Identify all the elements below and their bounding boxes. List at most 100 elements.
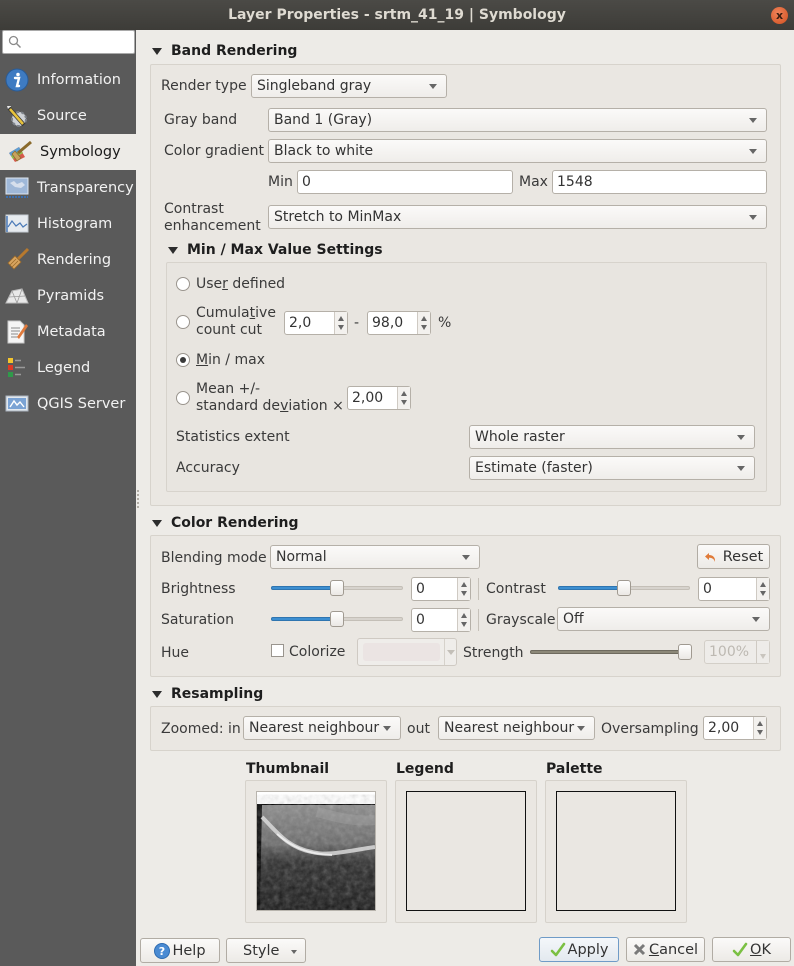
cumulative-high-spinbox[interactable]: 98,0 — [367, 311, 431, 335]
button-mnemonic: C — [648, 941, 660, 958]
contrast-slider[interactable] — [558, 579, 690, 597]
spin-buttons[interactable] — [457, 578, 470, 600]
max-input[interactable]: 1548 — [552, 170, 767, 194]
statistics-extent-select[interactable]: Whole raster — [469, 425, 755, 449]
slider-handle[interactable] — [330, 611, 344, 627]
spin-buttons[interactable] — [457, 609, 470, 631]
window-title: Layer Properties - srtm_41_19 | Symbolog… — [228, 7, 566, 23]
saturation-slider[interactable] — [271, 610, 403, 628]
sidebar-item-metadata[interactable]: Metadata — [0, 314, 136, 350]
render-type-label: Render type — [161, 78, 247, 94]
reset-button[interactable]: Reset — [697, 544, 770, 569]
statistics-extent-label: Statistics extent — [176, 429, 290, 445]
strength-label: Strength — [463, 645, 524, 661]
select-value: Normal — [276, 549, 327, 565]
sidebar-item-pyramids[interactable]: Pyramids — [0, 278, 136, 314]
spin-down-icon — [421, 325, 427, 330]
gray-band-select[interactable]: Band 1 (Gray) — [268, 108, 767, 132]
contrast-enhancement-select[interactable]: Stretch to MinMax — [268, 205, 767, 229]
colorize-checkbox[interactable] — [271, 644, 284, 657]
transparency-icon — [4, 175, 30, 201]
brightness-spinbox[interactable]: 0 — [411, 577, 471, 601]
spin-buttons[interactable] — [417, 312, 430, 334]
grayscale-label: Grayscale — [486, 612, 556, 628]
ok-button[interactable]: OK — [712, 937, 791, 962]
colorize-color-button[interactable] — [357, 638, 457, 666]
strength-spinbox[interactable]: 100% — [704, 640, 770, 664]
spin-buttons[interactable] — [756, 578, 769, 600]
slider-handle[interactable] — [330, 580, 344, 596]
sidebar-item-symbology[interactable]: Symbology — [0, 134, 136, 170]
thumbnail-panel — [245, 780, 387, 923]
grayscale-select[interactable]: Off — [557, 607, 770, 631]
min-input[interactable]: 0 — [297, 170, 513, 194]
sidebar-item-label: Pyramids — [37, 288, 105, 304]
spin-buttons[interactable] — [753, 717, 766, 739]
chevron-down-icon — [429, 84, 437, 89]
zoomed-out-resampling-select[interactable]: Nearest neighbour — [438, 716, 595, 740]
slider-fill — [558, 586, 624, 590]
help-button[interactable]: ? Help — [140, 938, 220, 963]
spin-down-icon — [338, 325, 344, 330]
sidebar-item-rendering[interactable]: Rendering — [0, 242, 136, 278]
slider-handle[interactable] — [678, 644, 692, 660]
mean-std-dev-radio[interactable] — [176, 391, 190, 405]
render-type-select[interactable]: Singleband gray — [251, 74, 447, 98]
brightness-slider[interactable] — [271, 579, 403, 597]
std-dev-factor-spinbox[interactable]: 2,00 — [347, 386, 411, 410]
palette-panel — [545, 780, 687, 923]
select-value: Black to white — [274, 143, 374, 159]
blending-mode-select[interactable]: Normal — [270, 545, 480, 569]
spin-value: 2,0 — [289, 315, 312, 331]
user-defined-radio[interactable] — [176, 277, 190, 291]
svg-text:?: ? — [159, 945, 165, 958]
resampling-header[interactable]: Resampling — [152, 686, 263, 702]
min-max-radio[interactable] — [176, 353, 190, 367]
accuracy-select[interactable]: Estimate (faster) — [469, 456, 755, 480]
zoomed-in-resampling-select[interactable]: Nearest neighbour — [243, 716, 401, 740]
cumulative-low-spinbox[interactable]: 2,0 — [284, 311, 348, 335]
sidebar-item-qgis-server[interactable]: QGIS Server — [0, 386, 136, 422]
close-button[interactable]: x — [771, 7, 788, 24]
section-title: Resampling — [171, 686, 264, 702]
sidebar-item-information[interactable]: Information — [0, 62, 136, 98]
minmax-settings-header[interactable]: Min / Max Value Settings — [168, 242, 383, 258]
color-dropdown[interactable] — [444, 639, 456, 665]
apply-button[interactable]: Apply — [539, 937, 619, 962]
color-rendering-header[interactable]: Color Rendering — [152, 515, 299, 531]
oversampling-spinbox[interactable]: 2,00 — [703, 716, 767, 740]
sidebar-item-legend[interactable]: Legend — [0, 350, 136, 386]
color-gradient-select[interactable]: Black to white — [268, 139, 767, 163]
band-rendering-header[interactable]: Band Rendering — [152, 43, 297, 59]
slider-fill — [271, 617, 337, 621]
label-line: Contrast — [164, 201, 224, 217]
contrast-spinbox[interactable]: 0 — [698, 577, 770, 601]
style-menu-button[interactable]: Style — [226, 938, 306, 963]
slider-fill — [271, 586, 337, 590]
select-value: Nearest neighbour — [444, 720, 575, 736]
sidebar-item-histogram[interactable]: Histogram — [0, 206, 136, 242]
collapse-triangle-icon — [152, 47, 162, 55]
button-label: K — [761, 941, 771, 958]
spin-up-icon — [401, 391, 407, 396]
cancel-button[interactable]: Cancel — [626, 937, 705, 962]
strength-slider[interactable] — [530, 643, 692, 661]
spin-down-icon — [461, 591, 467, 596]
label-text: iation × — [288, 398, 344, 414]
mean-std-dev-label[interactable]: Mean +/- standard deviation × — [196, 381, 344, 415]
histogram-icon — [4, 211, 30, 237]
cumulative-count-cut-radio[interactable] — [176, 315, 190, 329]
sidebar-item-source[interactable]: Source — [0, 98, 136, 134]
sidebar-item-transparency[interactable]: Transparency — [0, 170, 136, 206]
sidebar-search-input[interactable] — [2, 30, 135, 54]
min-max-label[interactable]: Min / max — [196, 352, 265, 368]
spin-buttons[interactable] — [397, 387, 410, 409]
cumulative-count-cut-label[interactable]: Cumulative count cut — [196, 305, 276, 339]
saturation-spinbox[interactable]: 0 — [411, 608, 471, 632]
max-label: Max — [519, 174, 548, 190]
user-defined-label[interactable]: User defined — [196, 276, 285, 292]
spin-buttons[interactable] — [756, 641, 769, 663]
slider-handle[interactable] — [617, 580, 631, 596]
spin-buttons[interactable] — [334, 312, 347, 334]
sidebar-item-label: QGIS Server — [37, 396, 126, 412]
